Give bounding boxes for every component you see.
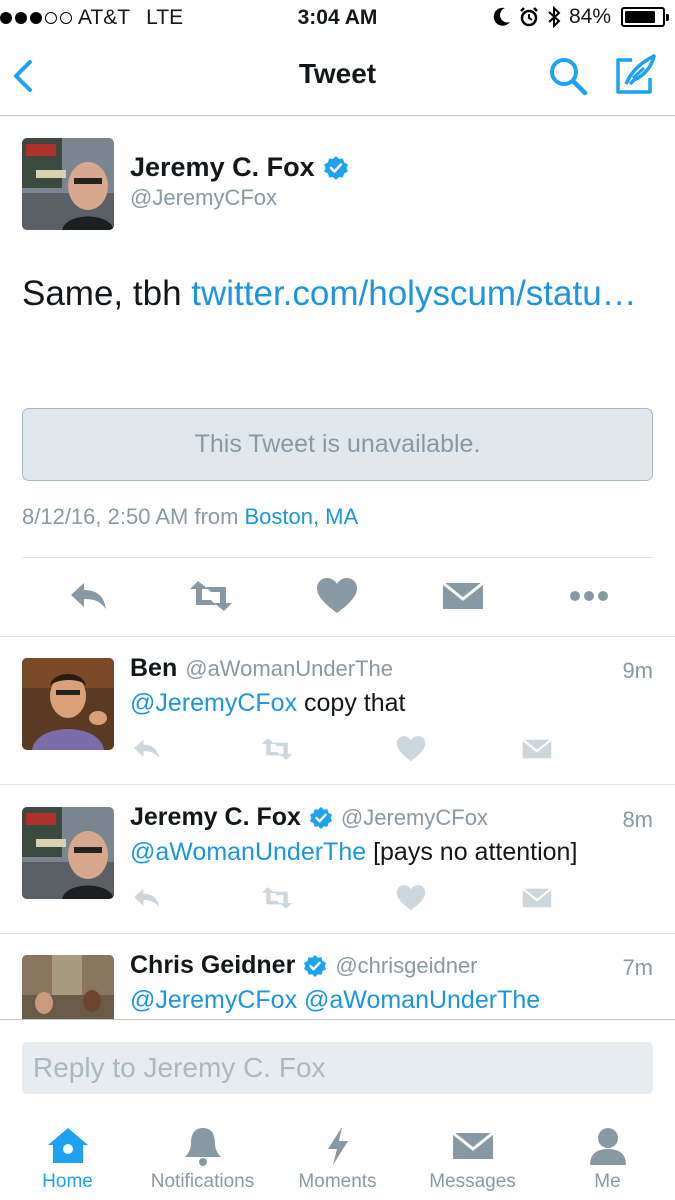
reply-author-name[interactable]: Chris Geidner: [130, 951, 295, 980]
tab-me[interactable]: Me: [540, 1111, 675, 1200]
verified-badge-icon: [323, 155, 348, 180]
tab-moments[interactable]: Moments: [270, 1111, 405, 1200]
tweet-body: Same, tbh: [22, 274, 192, 313]
battery-percent: 84%: [568, 5, 611, 28]
tab-label: Messages: [429, 1171, 516, 1192]
reply-avatar[interactable]: [22, 807, 114, 899]
tweet-link[interactable]: twitter.com/holyscum/statu…: [191, 274, 636, 313]
mention-link[interactable]: @JeremyCFox @aWomanUnderThe: [130, 986, 540, 1014]
person-icon: [589, 1128, 626, 1165]
tab-label: Notifications: [150, 1171, 255, 1192]
tab-label: Me: [594, 1171, 621, 1192]
reply-avatar[interactable]: [22, 955, 114, 1019]
tweet-timestamp: 8/12/16, 2:50 AM from: [22, 504, 239, 529]
reply-author-name[interactable]: Ben: [130, 654, 177, 683]
reply-icon[interactable]: [130, 883, 164, 913]
reply-text: @JeremyCFox copy that: [130, 689, 405, 718]
navigation-bar: Tweet: [0, 38, 675, 116]
status-right: 84%: [493, 5, 669, 29]
battery-icon: [621, 7, 669, 27]
verified-badge-icon: [309, 806, 332, 829]
reply-text: @aWomanUnderThe [pays no attention]: [130, 838, 577, 867]
tab-label: Home: [42, 1171, 93, 1192]
reply-avatar[interactable]: [22, 658, 114, 750]
author-name[interactable]: Jeremy C. Fox: [130, 152, 315, 183]
do-not-disturb-icon: [493, 7, 510, 26]
retweet-icon[interactable]: [260, 734, 294, 764]
divider: [22, 557, 653, 558]
reply-body: copy that: [297, 689, 406, 717]
direct-message-icon[interactable]: [440, 575, 486, 617]
like-heart-icon[interactable]: [394, 734, 428, 764]
author-name-row: Jeremy C. Fox: [130, 152, 349, 183]
reply-input[interactable]: [22, 1042, 653, 1094]
lightning-icon: [327, 1127, 348, 1165]
reply-author-handle[interactable]: @aWomanUnderThe: [185, 656, 393, 682]
reply-text: @JeremyCFox @aWomanUnderThe: [130, 986, 540, 1015]
tab-label: Moments: [298, 1171, 377, 1192]
verified-badge-icon: [304, 954, 327, 977]
author-avatar[interactable]: [22, 138, 114, 230]
direct-message-icon[interactable]: [520, 734, 554, 764]
reply-author-handle[interactable]: @chrisgeidner: [335, 953, 477, 979]
retweet-icon[interactable]: [260, 883, 294, 913]
tab-notifications[interactable]: Notifications: [135, 1111, 270, 1200]
tweet-location[interactable]: Boston, MA: [244, 504, 358, 529]
tweet-actions: [0, 575, 675, 620]
retweet-icon[interactable]: [188, 575, 234, 617]
envelope-icon: [451, 1131, 494, 1159]
tab-bar: Home Notifications Moments Messages Me: [0, 1111, 675, 1200]
author-handle[interactable]: @JeremyCFox: [130, 185, 277, 211]
reply-time: 7m: [622, 955, 653, 980]
like-heart-icon[interactable]: [314, 575, 360, 617]
bell-icon: [184, 1128, 221, 1166]
compose-tweet-icon[interactable]: [614, 54, 658, 96]
reply-actions: [130, 883, 552, 917]
reply-author-handle[interactable]: @JeremyCFox: [341, 805, 488, 831]
mention-link[interactable]: @aWomanUnderThe: [130, 838, 366, 866]
more-icon[interactable]: [566, 575, 612, 617]
alarm-icon: [520, 7, 538, 27]
tweet-text: Same, tbh twitter.com/holyscum/statu…: [22, 268, 662, 320]
bluetooth-icon: [548, 6, 561, 28]
status-bar: AT&T LTE 3:04 AM 84%: [0, 0, 675, 38]
reply-author-name[interactable]: Jeremy C. Fox: [130, 803, 301, 832]
reply-tweet[interactable]: Ben @aWomanUnderThe 9m @JeremyCFox copy …: [0, 636, 675, 784]
reply-composer: [0, 1019, 675, 1111]
reply-time: 9m: [622, 658, 653, 683]
reply-icon[interactable]: [66, 575, 112, 617]
tab-messages[interactable]: Messages: [405, 1111, 540, 1200]
tab-home[interactable]: Home: [0, 1111, 135, 1200]
search-icon[interactable]: [548, 56, 588, 96]
reply-time: 8m: [622, 807, 653, 832]
reply-header: Ben @aWomanUnderThe: [130, 654, 393, 683]
reply-tweet[interactable]: Chris Geidner @chrisgeidner 7m @JeremyCF…: [0, 933, 675, 1019]
mention-link[interactable]: @JeremyCFox: [130, 689, 297, 717]
like-heart-icon[interactable]: [394, 883, 428, 913]
direct-message-icon[interactable]: [520, 883, 554, 913]
quoted-tweet-unavailable: This Tweet is unavailable.: [22, 408, 653, 481]
tweet-meta: 8/12/16, 2:50 AM from Boston, MA: [22, 504, 358, 530]
reply-actions: [130, 734, 552, 768]
reply-body: [pays no attention]: [366, 838, 578, 866]
reply-icon[interactable]: [130, 734, 164, 764]
reply-header: Jeremy C. Fox @JeremyCFox: [130, 803, 488, 832]
reply-header: Chris Geidner @chrisgeidner: [130, 951, 478, 980]
home-icon: [47, 1128, 88, 1163]
reply-tweet[interactable]: Jeremy C. Fox @JeremyCFox 8m @aWomanUnde…: [0, 785, 675, 933]
